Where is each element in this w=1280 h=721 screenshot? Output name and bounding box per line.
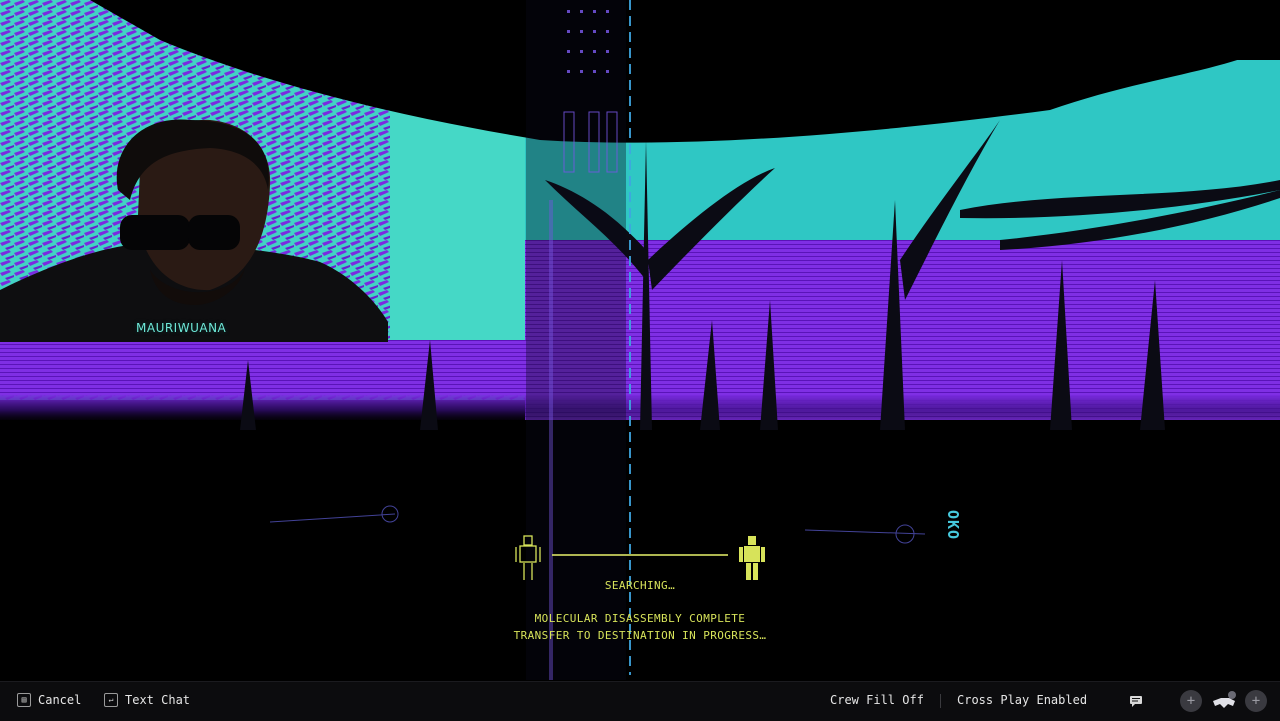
player-outline-icon	[515, 535, 541, 580]
plus-icon[interactable]: +	[1245, 690, 1267, 712]
webcam-name-label: MAURIWUANA	[136, 321, 227, 335]
transfer-message-line1: MOLECULAR DISASSEMBLY COMPLETE	[534, 612, 746, 625]
squad-icon[interactable]	[1211, 690, 1237, 712]
bottom-bar: ▤ Cancel ↵ Text Chat Crew Fill Off Cross…	[0, 681, 1280, 721]
divider	[940, 694, 941, 708]
transfer-message-line2: TRANSFER TO DESTINATION IN PROGRESS…	[513, 629, 767, 642]
crew-fill-toggle[interactable]: Crew Fill Off	[830, 693, 924, 707]
cross-play-toggle[interactable]: Cross Play Enabled	[957, 693, 1087, 707]
chat-icon[interactable]	[1129, 694, 1143, 708]
cross-play-label: Cross Play Enabled	[957, 693, 1088, 707]
webcam-feed	[0, 119, 388, 342]
text-chat-label: Text Chat	[125, 693, 191, 707]
enter-key-icon: ↵	[104, 693, 118, 707]
cancel-label: Cancel	[38, 693, 82, 707]
cancel-button[interactable]: ▤ Cancel	[17, 693, 81, 707]
matchmaking-panel: SEARCHING… MOLECULAR DISASSEMBLY COMPLET…	[480, 530, 800, 650]
searching-status: SEARCHING…	[604, 579, 676, 592]
text-chat-button[interactable]: ↵ Text Chat	[104, 693, 190, 707]
plus-icon[interactable]: +	[1180, 690, 1202, 712]
crew-fill-label: Crew Fill Off	[830, 693, 924, 707]
hud-side-label: OKO	[944, 509, 963, 541]
player-solid-icon	[739, 536, 765, 580]
esc-key-icon: ▤	[17, 693, 31, 707]
